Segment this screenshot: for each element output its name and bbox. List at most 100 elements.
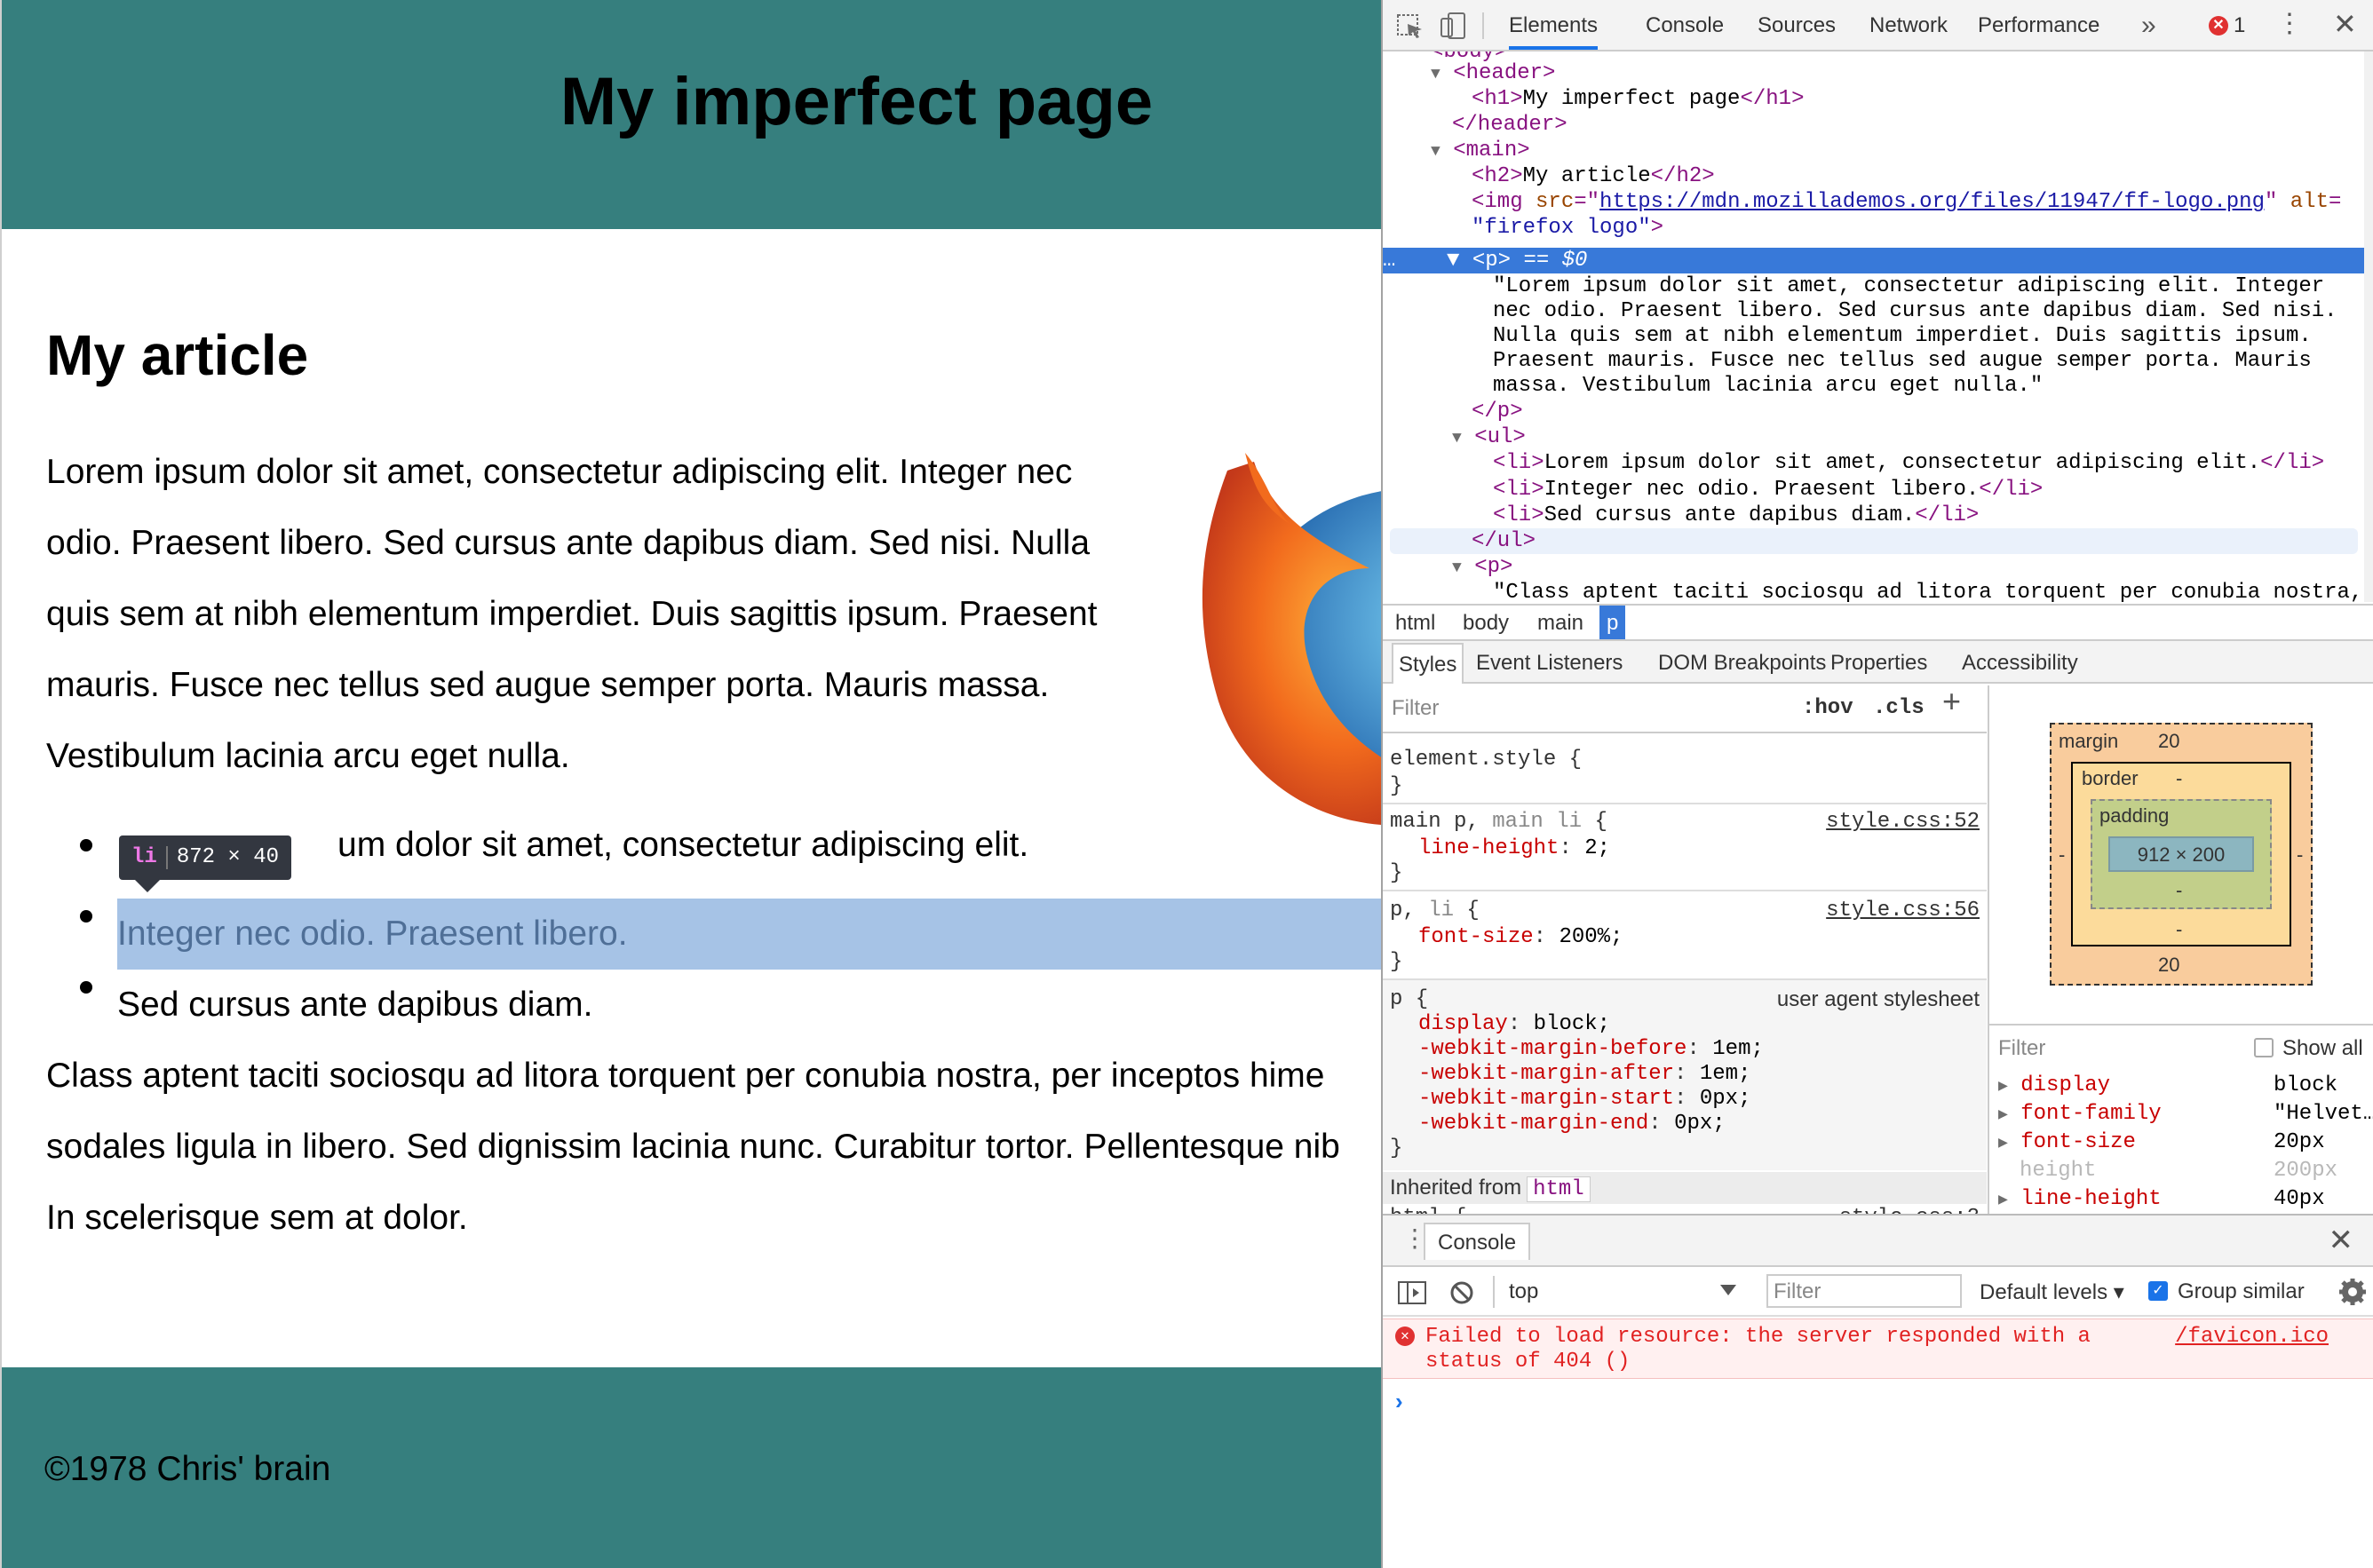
tab-accessibility[interactable]: Accessibility: [1962, 641, 2078, 684]
breadcrumb-main[interactable]: main: [1530, 606, 1591, 641]
error-counter[interactable]: ✕ 1: [2209, 13, 2245, 38]
sidebar-toggle-icon[interactable]: [1397, 1279, 1427, 1306]
dom-text: My imperfect page: [1522, 87, 1741, 111]
styles-filter-input[interactable]: Filter: [1392, 696, 1439, 721]
css-property: line-height: [1418, 836, 1560, 860]
dom-node-p-close[interactable]: </p>: [1472, 400, 1523, 424]
computed-prop-font-family[interactable]: ▶ font-family "Helvet…: [1998, 1100, 2373, 1129]
group-similar-checkbox[interactable]: ✓: [2148, 1281, 2168, 1301]
dom-node-ul[interactable]: <ul>: [1474, 425, 1526, 449]
computed-prop-font-size[interactable]: ▶ font-size 20px: [1998, 1128, 2325, 1158]
computed-prop-line-height[interactable]: ▶ line-height 40px: [1998, 1185, 2325, 1215]
content-size-value[interactable]: 912 × 200: [2108, 843, 2254, 867]
border-top-value[interactable]: -: [2176, 767, 2182, 790]
dom-node-main[interactable]: <main>: [1453, 139, 1529, 162]
console-settings-gear-icon[interactable]: [2338, 1278, 2367, 1306]
drawer-tab-console[interactable]: Console: [1424, 1223, 1531, 1260]
dropdown-arrow-icon[interactable]: [1720, 1285, 1736, 1295]
computed-filter-input[interactable]: Filter: [1998, 1036, 2045, 1061]
margin-right-value[interactable]: -: [2297, 843, 2303, 867]
computed-prop-display[interactable]: ▶ display block: [1998, 1072, 2337, 1101]
margin-bottom-value[interactable]: 20: [2158, 954, 2179, 977]
breadcrumb-p[interactable]: p: [1599, 606, 1626, 641]
kebab-menu-icon[interactable]: ⋮: [2276, 9, 2303, 39]
dom-node-h2[interactable]: <h2>My article</h2>: [1472, 163, 1715, 189]
new-rule-plus-icon[interactable]: +: [1942, 685, 1961, 717]
margin-left-value[interactable]: -: [2059, 843, 2065, 867]
rule-close-brace: }: [1390, 774, 1403, 798]
hover-state-toggle[interactable]: :hov: [1802, 696, 1853, 721]
rule-source-link[interactable]: style.css:56: [1826, 899, 1980, 923]
css-declaration[interactable]: line-height: 2;: [1418, 836, 1610, 861]
console-error-message[interactable]: ✕ Failed to load resource: the server re…: [1383, 1319, 2373, 1379]
dom-node-header[interactable]: <header>: [1453, 61, 1555, 85]
breadcrumb-body[interactable]: body: [1456, 606, 1516, 641]
selector-text: main p,: [1390, 810, 1493, 834]
css-declaration[interactable]: font-size: 200%;: [1418, 925, 1623, 950]
clear-console-icon[interactable]: [1448, 1279, 1475, 1306]
dom-tree[interactable]: <body> ▼ <header> <h1>My imperfect page<…: [1383, 51, 2364, 602]
inspect-element-icon[interactable]: [1395, 12, 1425, 40]
console-prompt-icon[interactable]: ›: [1395, 1388, 1403, 1415]
tab-performance[interactable]: Performance: [1978, 0, 2099, 50]
log-levels-dropdown[interactable]: Default levels ▾: [1980, 1279, 2124, 1305]
dom-node-header-close[interactable]: </header>: [1452, 113, 1567, 137]
error-icon: ✕: [2209, 16, 2228, 36]
rule-close-brace: }: [1390, 950, 1403, 974]
tab-properties[interactable]: Properties: [1830, 641, 1927, 684]
inherited-from-chip[interactable]: html: [1527, 1176, 1591, 1202]
expand-triangle-icon[interactable]: ▼: [1452, 559, 1462, 577]
dom-node-p-selected[interactable]: … ▼ <p> == $0: [1383, 248, 1587, 273]
rule-selector-html[interactable]: html {: [1390, 1206, 1466, 1214]
dom-node-li-1[interactable]: <li>Lorem ipsum dolor sit amet, consecte…: [1493, 450, 2324, 476]
dom-node-p2[interactable]: <p>: [1474, 555, 1512, 579]
dom-node-li-3[interactable]: <li>Sed cursus ante dapibus diam.</li>: [1493, 503, 1979, 528]
dom-node-img[interactable]: <img src="https://mdn.mozillademos.org/f…: [1472, 189, 2341, 215]
element-inspect-tooltip: li 872 × 40: [119, 835, 292, 880]
dom-node-li-2[interactable]: <li>Integer nec odio. Praesent libero.</…: [1493, 477, 2043, 503]
margin-top-value[interactable]: 20: [2158, 730, 2179, 753]
expand-triangle-icon[interactable]: ▶: [1998, 1135, 2008, 1152]
device-toolbar-icon[interactable]: [1438, 12, 1468, 40]
dom-tree-scrollbar[interactable]: [2364, 51, 2373, 602]
close-drawer-icon[interactable]: ✕: [2329, 1223, 2354, 1258]
rule-selector-element-style[interactable]: element.style {: [1390, 748, 1582, 772]
rule-selector-p-li[interactable]: p, li {: [1390, 899, 1480, 923]
rule-source-link[interactable]: style.css:3: [1839, 1206, 1980, 1214]
padding-bottom-value[interactable]: -: [2176, 879, 2182, 902]
tab-network[interactable]: Network: [1869, 0, 1948, 50]
expand-triangle-icon[interactable]: ▶: [1998, 1192, 2008, 1209]
tab-styles[interactable]: Styles: [1392, 643, 1464, 684]
computed-prop-height[interactable]: height 200px: [2020, 1157, 2337, 1185]
tab-sources[interactable]: Sources: [1758, 0, 1836, 50]
breadcrumb-html[interactable]: html: [1388, 606, 1442, 641]
rule-selector-main-p[interactable]: main p, main li {: [1390, 810, 1607, 835]
rule-selector-p[interactable]: p {: [1390, 987, 1428, 1012]
more-tabs-chevron-icon[interactable]: »: [2141, 0, 2156, 50]
dom-p-text-line: massa. Vestibulum lacinia arcu eget null…: [1493, 374, 2044, 398]
dom-node-h1[interactable]: <h1>My imperfect page</h1>: [1472, 86, 1804, 112]
border-bottom-value[interactable]: -: [2176, 918, 2182, 941]
expand-triangle-icon[interactable]: ▼: [1431, 143, 1440, 161]
tab-event-listeners[interactable]: Event Listeners: [1476, 641, 1623, 684]
selector-brace: {: [1582, 810, 1607, 834]
tab-elements[interactable]: Elements: [1509, 0, 1599, 50]
rule-source-link[interactable]: style.css:52: [1826, 810, 1980, 835]
class-toggle[interactable]: .cls: [1873, 696, 1925, 721]
context-selector[interactable]: top: [1509, 1279, 1538, 1304]
close-devtools-icon[interactable]: ✕: [2333, 7, 2357, 41]
page-title: My imperfect page: [560, 64, 1154, 139]
expand-triangle-icon[interactable]: ▼: [1452, 430, 1462, 447]
dom-node-ul-close[interactable]: </ul>: [1472, 529, 1536, 553]
show-all-checkbox[interactable]: [2254, 1038, 2274, 1057]
error-source-link[interactable]: /favicon.ico: [2175, 1325, 2329, 1350]
expand-triangle-icon[interactable]: ▶: [1998, 1106, 2008, 1124]
rule-close-brace: }: [1390, 861, 1403, 885]
expand-triangle-icon[interactable]: ▶: [1998, 1078, 2008, 1096]
footer-text: ©1978 Chris' brain: [44, 1450, 331, 1488]
tab-console[interactable]: Console: [1646, 0, 1724, 50]
img-src-link[interactable]: https://mdn.mozillademos.org/files/11947…: [1599, 190, 2265, 214]
expand-triangle-icon[interactable]: ▼: [1431, 66, 1440, 83]
console-filter-input[interactable]: Filter: [1766, 1274, 1962, 1308]
tab-dom-breakpoints[interactable]: DOM Breakpoints: [1658, 641, 1826, 684]
